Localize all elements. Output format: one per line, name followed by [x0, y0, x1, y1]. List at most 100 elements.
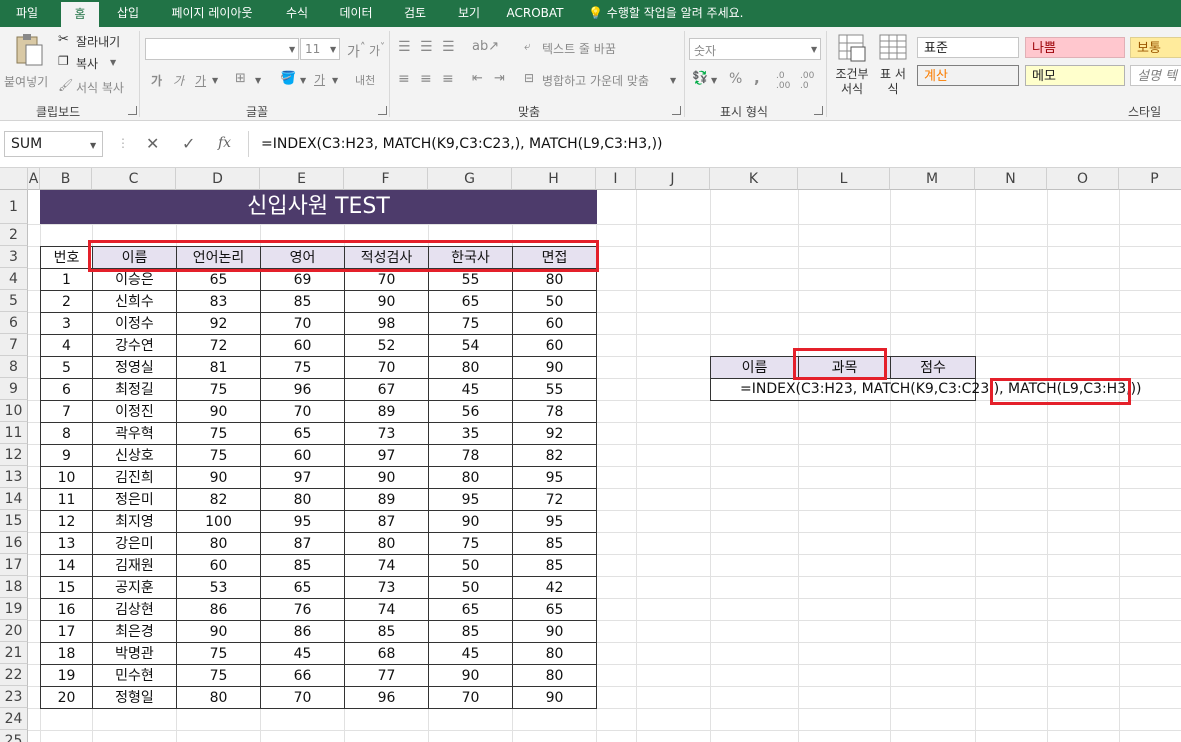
row-header-6[interactable]: 6 [0, 312, 28, 334]
table-cell[interactable]: 이정수 [92, 312, 177, 335]
cut-button[interactable]: ✂ 잘라내기 [58, 31, 130, 49]
column-header-o[interactable]: O [1047, 168, 1119, 190]
table-header-cell[interactable]: 한국사 [428, 246, 513, 269]
table-cell[interactable]: 96 [344, 686, 429, 709]
table-header-cell[interactable]: 면접 [512, 246, 597, 269]
table-cell[interactable]: 80 [176, 532, 261, 555]
formula-input[interactable]: =INDEX(C3:H23, MATCH(K9,C3:C23,), MATCH(… [248, 131, 1177, 157]
row-header-22[interactable]: 22 [0, 664, 28, 686]
table-cell[interactable]: 75 [176, 378, 261, 401]
table-cell[interactable]: 6 [40, 378, 93, 401]
row-header-14[interactable]: 14 [0, 488, 28, 510]
align-left-icon[interactable]: ≡ [398, 71, 410, 87]
table-cell[interactable]: 민수현 [92, 664, 177, 687]
row-header-21[interactable]: 21 [0, 642, 28, 664]
table-cell[interactable]: 78 [428, 444, 513, 467]
table-cell[interactable]: 90 [512, 686, 597, 709]
increase-indent-icon[interactable]: ⇥ [494, 71, 505, 86]
row-header-16[interactable]: 16 [0, 532, 28, 554]
table-cell[interactable]: 85 [260, 554, 345, 577]
table-cell[interactable]: 2 [40, 290, 93, 313]
table-cell[interactable]: 박명관 [92, 642, 177, 665]
table-cell[interactable]: 9 [40, 444, 93, 467]
table-cell[interactable]: 신상호 [92, 444, 177, 467]
table-cell[interactable]: 90 [512, 620, 597, 643]
decrease-decimal-icon[interactable]: .00.0 [800, 71, 814, 91]
column-header-l[interactable]: L [798, 168, 890, 190]
table-cell[interactable]: 75 [260, 356, 345, 379]
column-header-h[interactable]: H [512, 168, 596, 190]
table-cell[interactable]: 60 [260, 444, 345, 467]
merge-center-button[interactable]: ⊟ 병합하고 가운데 맞춤 ▼ [524, 71, 680, 89]
table-cell[interactable]: 5 [40, 356, 93, 379]
tab-acrobat[interactable]: ACROBAT [502, 0, 568, 27]
table-cell[interactable]: 67 [344, 378, 429, 401]
row-header-25[interactable]: 25 [0, 730, 28, 742]
table-cell[interactable]: 69 [260, 268, 345, 291]
tab-page-layout[interactable]: 페이지 레이아웃 [160, 0, 264, 27]
table-cell[interactable]: 86 [176, 598, 261, 621]
row-header-17[interactable]: 17 [0, 554, 28, 576]
lookup-header-cell[interactable]: 과목 [798, 356, 891, 379]
table-cell[interactable]: 75 [176, 422, 261, 445]
wrap-text-button[interactable]: ⤶ 텍스트 줄 바꿈 [524, 39, 634, 57]
table-cell[interactable]: 최은경 [92, 620, 177, 643]
table-cell[interactable]: 50 [428, 576, 513, 599]
table-cell[interactable]: 60 [512, 312, 597, 335]
table-cell[interactable]: 17 [40, 620, 93, 643]
table-cell[interactable]: 80 [428, 356, 513, 379]
table-cell[interactable]: 이승은 [92, 268, 177, 291]
row-header-23[interactable]: 23 [0, 686, 28, 708]
table-cell[interactable]: 이정진 [92, 400, 177, 423]
table-cell[interactable]: 70 [344, 268, 429, 291]
table-cell[interactable]: 54 [428, 334, 513, 357]
column-header-g[interactable]: G [428, 168, 512, 190]
font-launcher-icon[interactable] [378, 106, 387, 115]
align-center-icon[interactable]: ≡ [420, 71, 432, 87]
table-cell[interactable]: 45 [428, 378, 513, 401]
column-header-n[interactable]: N [975, 168, 1047, 190]
underline-button[interactable]: 가 [195, 72, 206, 89]
tab-insert[interactable]: 삽입 [108, 0, 148, 27]
table-cell[interactable]: 11 [40, 488, 93, 511]
table-cell[interactable]: 73 [344, 576, 429, 599]
font-name-select[interactable]: ▼ [145, 38, 299, 60]
table-header-cell[interactable]: 번호 [40, 246, 93, 269]
table-cell[interactable]: 97 [260, 466, 345, 489]
table-cell[interactable]: 97 [344, 444, 429, 467]
style-note[interactable]: 메모 [1025, 65, 1125, 86]
table-header-cell[interactable]: 언어논리 [176, 246, 261, 269]
style-normal[interactable]: 표준 [917, 37, 1019, 58]
table-cell[interactable]: 100 [176, 510, 261, 533]
sheet-title[interactable]: 신입사원 TEST [40, 190, 597, 224]
table-cell[interactable]: 45 [428, 642, 513, 665]
table-cell[interactable]: 66 [260, 664, 345, 687]
table-cell[interactable]: 90 [428, 510, 513, 533]
table-cell[interactable]: 85 [512, 554, 597, 577]
table-cell[interactable]: 최정길 [92, 378, 177, 401]
column-header-k[interactable]: K [710, 168, 798, 190]
bold-button[interactable]: 가 [151, 72, 162, 89]
table-cell[interactable]: 78 [512, 400, 597, 423]
table-cell[interactable]: 65 [428, 598, 513, 621]
table-cell[interactable]: 45 [260, 642, 345, 665]
table-cell[interactable]: 90 [176, 400, 261, 423]
column-header-c[interactable]: C [92, 168, 176, 190]
table-cell[interactable]: 65 [512, 598, 597, 621]
table-cell[interactable]: 75 [176, 642, 261, 665]
style-bad[interactable]: 나쁨 [1025, 37, 1125, 58]
table-cell[interactable]: 정은미 [92, 488, 177, 511]
tab-home[interactable]: 홈 [61, 2, 99, 27]
table-cell[interactable]: 80 [344, 532, 429, 555]
table-cell[interactable]: 75 [176, 664, 261, 687]
table-cell[interactable]: 60 [512, 334, 597, 357]
tab-formulas[interactable]: 수식 [276, 0, 318, 27]
number-format-select[interactable]: 숫자 ▼ [689, 38, 821, 60]
insert-function-icon[interactable]: fx [218, 135, 231, 151]
style-calculation[interactable]: 계산 [917, 65, 1019, 86]
lookup-header-cell[interactable]: 점수 [890, 356, 976, 379]
table-cell[interactable]: 1 [40, 268, 93, 291]
table-cell[interactable]: 89 [344, 488, 429, 511]
table-cell[interactable]: 신희수 [92, 290, 177, 313]
column-header-i[interactable]: I [596, 168, 636, 190]
